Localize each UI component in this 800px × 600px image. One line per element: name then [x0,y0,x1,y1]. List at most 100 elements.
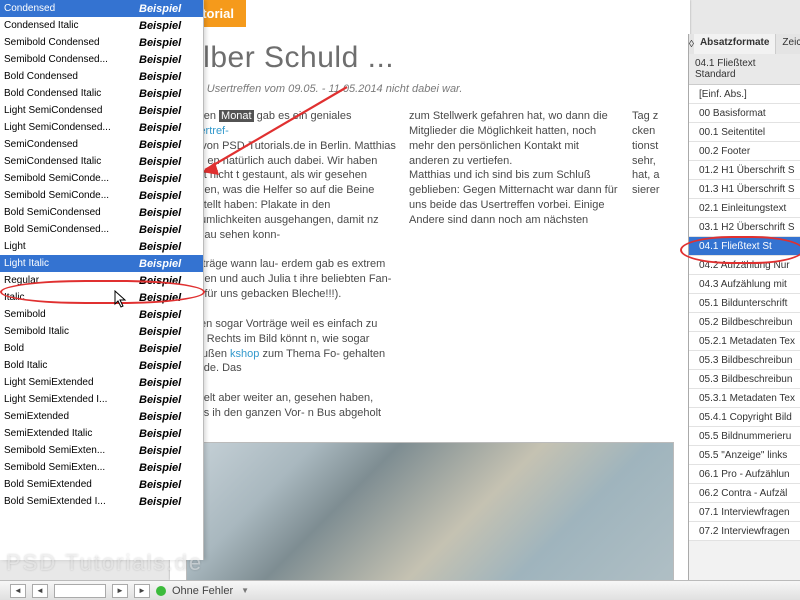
paragraph-style-item[interactable]: 00 Basisformat [689,104,800,123]
font-style-option[interactable]: Semibold Condensed...Beispiel [0,51,203,68]
font-sample-label: Beispiel [139,105,197,117]
page-number-input[interactable] [54,584,106,598]
font-style-option[interactable]: SemiExtendedBeispiel [0,408,203,425]
font-style-option[interactable]: SemiCondensedBeispiel [0,136,203,153]
font-style-option[interactable]: Bold SemiExtended I...Beispiel [0,493,203,510]
font-style-option[interactable]: Bold SemiCondensedBeispiel [0,204,203,221]
font-sample-label: Beispiel [139,20,197,32]
font-style-option[interactable]: Bold CondensedBeispiel [0,68,203,85]
body-text: von PSD-Tutorials.de in Berlin. Matthias… [186,140,396,241]
paragraph-style-item[interactable]: 06.2 Contra - Aufzäl [689,484,800,503]
font-name-label: Bold Condensed Italic [4,88,139,99]
font-style-option[interactable]: SemiboldBeispiel [0,306,203,323]
page-next-button-2[interactable]: ► [134,584,150,598]
paragraph-style-item[interactable]: 07.2 Interviewfragen [689,522,800,541]
font-style-option[interactable]: ItalicBeispiel [0,289,203,306]
font-style-option[interactable]: LightBeispiel [0,238,203,255]
font-name-label: Light [4,241,139,252]
font-name-label: Bold [4,343,139,354]
font-style-option[interactable]: Semibold SemiConde...Beispiel [0,170,203,187]
font-style-dropdown[interactable]: CondensedBeispielCondensed ItalicBeispie… [0,0,204,560]
paragraph-style-item[interactable]: 04.2 Aufzählung Nur [689,256,800,275]
font-style-option[interactable]: SemiCondensed ItalicBeispiel [0,153,203,170]
font-style-option[interactable]: Bold ItalicBeispiel [0,357,203,374]
font-sample-label: Beispiel [139,411,197,423]
font-name-label: Semibold SemiExten... [4,445,139,456]
font-style-option[interactable]: Bold Condensed ItalicBeispiel [0,85,203,102]
paragraph-style-item[interactable]: 03.1 H2 Überschrift S [689,218,800,237]
font-style-option[interactable]: Bold SemiCondensed...Beispiel [0,221,203,238]
font-name-label: Light Italic [4,258,139,269]
status-bar: ◄ ◄ ► ► Ohne Fehler ▼ [0,580,800,600]
font-style-option[interactable]: RegularBeispiel [0,272,203,289]
link-workshop[interactable]: kshop [230,348,259,360]
paragraph-style-item[interactable]: 01.2 H1 Überschrift S [689,161,800,180]
font-sample-label: Beispiel [139,190,197,202]
font-name-label: SemiExtended Italic [4,428,139,439]
font-style-option[interactable]: Light SemiExtendedBeispiel [0,374,203,391]
paragraph-style-item[interactable]: 05.3.1 Metadaten Tex [689,389,800,408]
font-style-option[interactable]: Light ItalicBeispiel [0,255,203,272]
paragraph-style-item[interactable]: 04.1 Fließtext St [689,237,800,256]
paragraph-style-item[interactable]: 07.1 Interviewfragen [689,503,800,522]
column-3[interactable]: Tag z cken tionst sehr, hat, a sierer [632,109,674,436]
paragraph-style-list[interactable]: [Einf. Abs.]00 Basisformat00.1 Seitentit… [689,85,800,541]
font-style-option[interactable]: Light SemiCondensedBeispiel [0,102,203,119]
selected-word[interactable]: Monat [219,110,254,122]
page-next-button[interactable]: ► [112,584,128,598]
font-sample-label: Beispiel [139,445,197,457]
font-style-option[interactable]: Light SemiCondensed...Beispiel [0,119,203,136]
paragraph-style-item[interactable]: 05.3 Bildbeschreibun [689,370,800,389]
paragraph-style-item[interactable]: 04.3 Aufzählung mit [689,275,800,294]
paragraph-style-item[interactable]: 06.1 Pro - Aufzählun [689,465,800,484]
paragraph-style-item[interactable]: 05.2 Bildbeschreibun [689,313,800,332]
tab-absatzformate[interactable]: Absatzformate [694,34,776,54]
font-sample-label: Beispiel [139,394,197,406]
font-name-label: SemiCondensed Italic [4,156,139,167]
paragraph-style-item[interactable]: 02.1 Einleitungstext [689,199,800,218]
font-style-option[interactable]: BoldBeispiel [0,340,203,357]
font-sample-label: Beispiel [139,156,197,168]
paragraph-style-item[interactable]: 01.3 H1 Überschrift S [689,180,800,199]
font-sample-label: Beispiel [139,343,197,355]
font-style-option[interactable]: Semibold CondensedBeispiel [0,34,203,51]
column-2[interactable]: zum Stellwerk gefahren hat, wo dann die … [409,109,620,436]
font-sample-label: Beispiel [139,241,197,253]
paragraph-style-item[interactable]: 05.5 "Anzeige" links [689,446,800,465]
paragraph-style-item[interactable]: 05.4.1 Copyright Bild [689,408,800,427]
font-sample-label: Beispiel [139,360,197,372]
column-1[interactable]: etzten Monat gab es ein geniales Usertre… [186,109,397,436]
font-style-option[interactable]: Semibold SemiConde...Beispiel [0,187,203,204]
paragraph-style-item[interactable]: 05.1 Bildunterschrift [689,294,800,313]
paragraph-style-item[interactable]: [Einf. Abs.] [689,85,800,104]
paragraph-style-item[interactable]: 00.2 Footer [689,142,800,161]
font-style-option[interactable]: CondensedBeispiel [0,0,203,17]
paragraph-styles-panel[interactable]: ◊ Absatzformate Zeic 04.1 Fließtext Stan… [688,34,800,582]
font-name-label: SemiExtended [4,411,139,422]
font-style-option[interactable]: SemiExtended ItalicBeispiel [0,425,203,442]
font-style-option[interactable]: Semibold SemiExten...Beispiel [0,442,203,459]
paragraph-style-item[interactable]: 05.2.1 Metadaten Tex [689,332,800,351]
font-sample-label: Beispiel [139,88,197,100]
font-style-option[interactable]: Semibold ItalicBeispiel [0,323,203,340]
font-style-option[interactable]: Semibold SemiExten...Beispiel [0,459,203,476]
dropdown-chevron-icon[interactable]: ▼ [241,586,249,595]
font-name-label: Bold SemiExtended [4,479,139,490]
font-sample-label: Beispiel [139,309,197,321]
panel-tabs: ◊ Absatzformate Zeic [689,34,800,54]
font-style-option[interactable]: Bold SemiExtendedBeispiel [0,476,203,493]
page-prev-button-2[interactable]: ◄ [32,584,48,598]
font-style-option[interactable]: Condensed ItalicBeispiel [0,17,203,34]
font-sample-label: Beispiel [139,326,197,338]
page-prev-button[interactable]: ◄ [10,584,26,598]
font-name-label: Semibold Condensed... [4,54,139,65]
font-sample-label: Beispiel [139,258,197,270]
font-style-option[interactable]: Light SemiExtended I...Beispiel [0,391,203,408]
font-sample-label: Beispiel [139,173,197,185]
paragraph-style-item[interactable]: 00.1 Seitentitel [689,123,800,142]
tab-zeichen[interactable]: Zeic [776,34,800,54]
paragraph-style-item[interactable]: 05.5 Bildnummerieru [689,427,800,446]
font-sample-label: Beispiel [139,479,197,491]
body-text: gab es ein geniales [254,110,352,122]
paragraph-style-item[interactable]: 05.3 Bildbeschreibun [689,351,800,370]
